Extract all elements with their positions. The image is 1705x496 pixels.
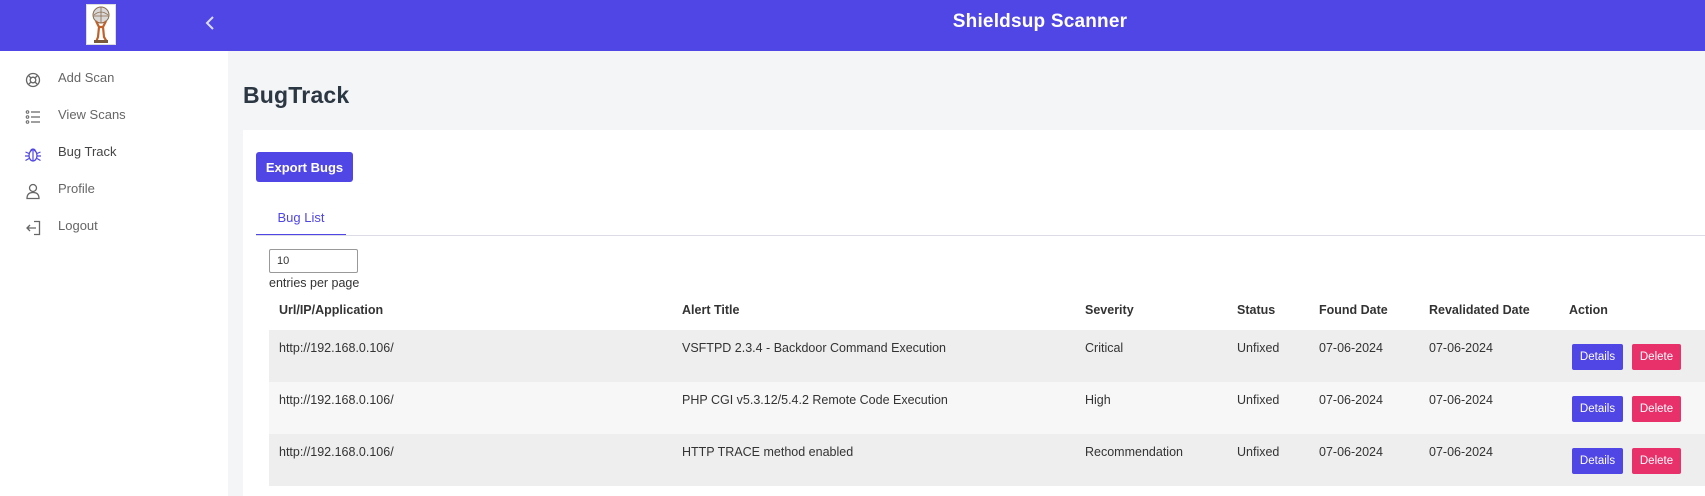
tab-bug-list[interactable]: Bug List — [256, 210, 346, 236]
app-title: Shieldsup Scanner — [952, 11, 1128, 32]
column-header-status: Status — [1237, 303, 1276, 317]
sidebar: Add Scan View Scans Bug Track Profile Lo… — [0, 51, 228, 496]
cell-alert-title: PHP CGI v5.3.12/5.4.2 Remote Code Execut… — [682, 393, 948, 407]
sidebar-item-bug-track[interactable]: Bug Track — [0, 136, 228, 170]
cell-alert-title: VSFTPD 2.3.4 - Backdoor Command Executio… — [682, 341, 947, 355]
cell-found-date: 07-06-2024 — [1319, 341, 1383, 355]
cell-found-date: 07-06-2024 — [1319, 445, 1383, 459]
table-row: http://192.168.0.106/ HTTP TRACE method … — [269, 434, 1705, 486]
lifebuoy-icon — [24, 71, 42, 89]
sidebar-item-profile[interactable]: Profile — [0, 173, 228, 207]
sidebar-item-view-scans[interactable]: View Scans — [0, 99, 228, 133]
column-header-revalidated-date: Revalidated Date — [1429, 303, 1530, 317]
table-row: http://192.168.0.106/ PHP CGI v5.3.12/5.… — [269, 382, 1705, 434]
column-header-url: Url/IP/Application — [279, 303, 384, 317]
details-button[interactable]: Details — [1572, 396, 1623, 422]
list-icon — [24, 108, 42, 126]
cell-severity: Critical — [1085, 341, 1124, 355]
cell-revalidated-date: 07-06-2024 — [1429, 341, 1493, 355]
delete-button[interactable]: Delete — [1632, 344, 1681, 370]
sidebar-item-label: Logout — [58, 218, 98, 233]
column-header-severity: Severity — [1085, 303, 1134, 317]
export-bugs-button[interactable]: Export Bugs — [256, 152, 353, 182]
sidebar-item-logout[interactable]: Logout — [0, 210, 228, 244]
cell-url: http://192.168.0.106/ — [279, 445, 394, 459]
delete-button[interactable]: Delete — [1632, 448, 1681, 474]
sidebar-item-label: Add Scan — [58, 70, 115, 85]
column-header-alert-title: Alert Title — [682, 303, 740, 317]
cell-status: Unfixed — [1237, 445, 1280, 459]
logout-icon — [24, 219, 42, 237]
bug-icon — [24, 145, 42, 163]
cell-found-date: 07-06-2024 — [1319, 393, 1383, 407]
entries-per-page-label: entries per page — [269, 276, 360, 290]
cell-severity: High — [1085, 393, 1111, 407]
entries-per-page-input[interactable] — [269, 249, 358, 273]
sidebar-item-label: Profile — [58, 181, 95, 196]
cell-status: Unfixed — [1237, 393, 1280, 407]
details-button[interactable]: Details — [1572, 448, 1623, 474]
cell-status: Unfixed — [1237, 341, 1280, 355]
cell-revalidated-date: 07-06-2024 — [1429, 393, 1493, 407]
sidebar-item-label: Bug Track — [58, 144, 117, 159]
table-row: http://192.168.0.106/ VSFTPD 2.3.4 - Bac… — [269, 330, 1705, 382]
details-button[interactable]: Details — [1572, 344, 1623, 370]
delete-button[interactable]: Delete — [1632, 396, 1681, 422]
cell-alert-title: HTTP TRACE method enabled — [682, 445, 854, 459]
page-title: BugTrack — [243, 82, 350, 108]
column-header-found-date: Found Date — [1319, 303, 1388, 317]
user-icon — [24, 182, 42, 200]
column-header-action: Action — [1569, 303, 1608, 317]
cell-revalidated-date: 07-06-2024 — [1429, 445, 1493, 459]
top-bar: Shieldsup Scanner — [0, 0, 1705, 51]
cell-url: http://192.168.0.106/ — [279, 393, 394, 407]
sidebar-item-label: View Scans — [58, 107, 126, 122]
sidebar-item-add-scan[interactable]: Add Scan — [0, 62, 228, 96]
cell-severity: Recommendation — [1085, 445, 1183, 459]
cell-url: http://192.168.0.106/ — [279, 341, 394, 355]
tab-divider — [256, 235, 1705, 236]
